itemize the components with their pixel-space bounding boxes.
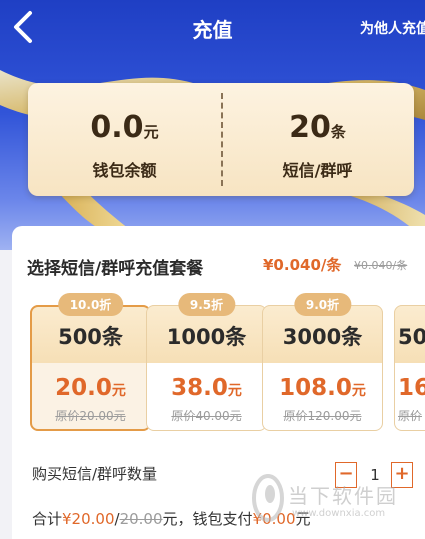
package-original-price: 原价40.00元 — [171, 409, 242, 423]
discount-badge: 9.5折 — [177, 293, 236, 316]
wallet-balance-value: 0.0 — [90, 110, 144, 145]
sms-balance-unit: 条 — [330, 123, 346, 141]
package-count: 1000条 — [166, 325, 247, 349]
quantity-label: 购买短信/群呼数量 — [32, 465, 158, 483]
package-count: 3000条 — [282, 325, 363, 349]
wallet-balance: 0.0元 钱包余额 — [28, 83, 221, 196]
package-card-3000[interactable]: 9.0折 3000条 108.0元 原价120.00元 — [262, 293, 383, 431]
total-summary: 合计¥20.00/20.00元，钱包支付¥0.00元 — [32, 510, 311, 528]
decrease-button[interactable]: − — [335, 462, 357, 488]
discount-badge: 9.0折 — [293, 293, 352, 316]
total-amount: ¥20.00 — [62, 510, 115, 528]
package-card-1000[interactable]: 9.5折 1000条 38.0元 原价40.00元 — [146, 293, 267, 431]
package-price-unit: 元 — [111, 383, 126, 399]
sms-balance-label: 短信/群呼 — [282, 161, 353, 180]
package-count: 5000条 — [398, 325, 425, 349]
nav-bar: 充值 为他人充值 — [0, 0, 425, 56]
wallet-balance-unit: 元 — [143, 123, 159, 141]
wallet-pay-amount: ¥0.00 — [252, 510, 296, 528]
package-original-price: 原价120.00元 — [283, 409, 362, 423]
wallet-balance-label: 钱包余额 — [92, 161, 157, 180]
quantity-value[interactable]: 1 — [361, 462, 389, 488]
back-arrow-icon[interactable] — [10, 10, 34, 44]
package-price-unit: 元 — [227, 383, 242, 399]
package-list: 10.0折 500条 20.0元 原价20.00元 9.5折 1000条 38.… — [0, 290, 425, 440]
package-original-price: 原价20.00元 — [55, 409, 126, 423]
package-section-title: 选择短信/群呼充值套餐 — [27, 259, 204, 279]
package-original-price: 原价 — [398, 409, 423, 423]
unit-price-original: ¥0.040/条 — [354, 259, 408, 272]
package-price: 108.0 — [279, 375, 352, 401]
package-price-unit: 元 — [351, 383, 366, 399]
package-price: 16 — [398, 375, 425, 401]
recharge-for-others-link[interactable]: 为他人充值 — [360, 18, 425, 38]
package-price: 20.0 — [55, 375, 112, 401]
discount-badge: 10.0折 — [57, 293, 124, 316]
quantity-stepper: − 1 + — [335, 462, 425, 490]
package-count: 500条 — [58, 325, 123, 349]
increase-button[interactable]: + — [391, 462, 413, 488]
package-card-500[interactable]: 10.0折 500条 20.0元 原价20.00元 — [30, 293, 151, 431]
package-card-partial[interactable]: 5000条 16 原价 — [394, 305, 425, 431]
balance-card: 0.0元 钱包余额 20条 短信/群呼 — [28, 83, 414, 196]
sms-balance-value: 20 — [289, 110, 331, 145]
sms-balance: 20条 短信/群呼 — [221, 83, 414, 196]
total-original: 20.00 — [119, 510, 163, 528]
package-price: 38.0 — [171, 375, 228, 401]
unit-price: ¥0.040/条 — [263, 256, 342, 274]
